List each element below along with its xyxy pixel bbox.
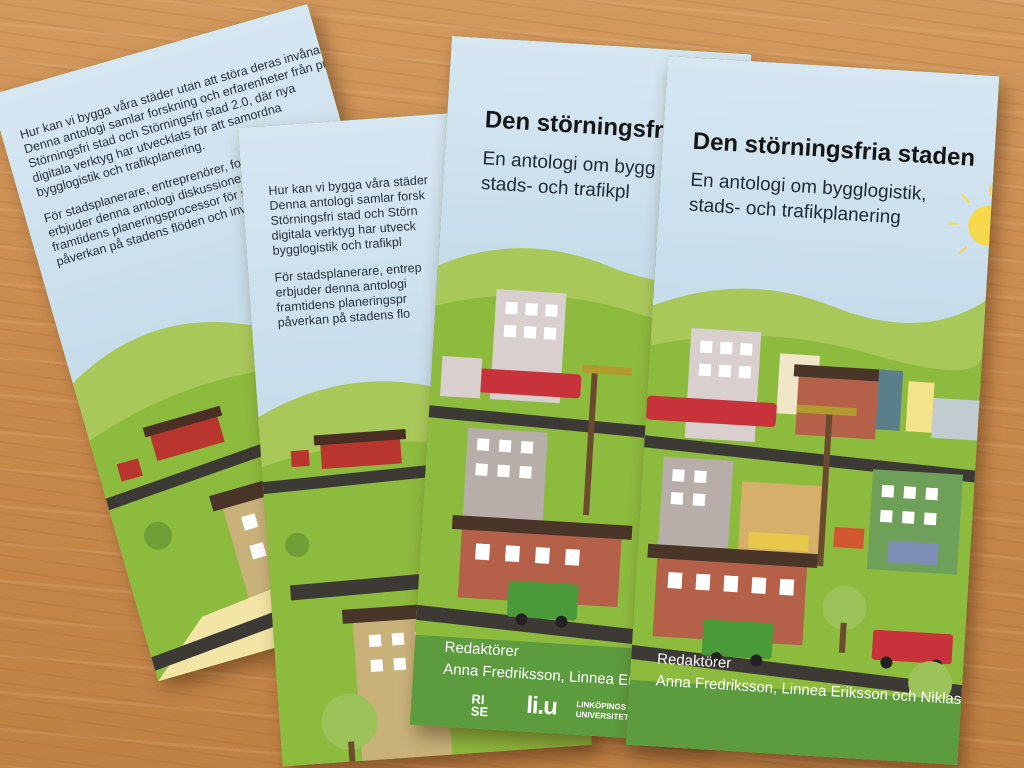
liu-name: LINKÖPINGS UNIVERSITET — [575, 700, 629, 723]
liu-name-line: UNIVERSITET — [575, 709, 629, 723]
editors-heading: Redaktörer — [656, 650, 732, 672]
liu-logo: li.u — [525, 691, 558, 721]
book-front-cover-right: Den störningsfria staden En antologi om … — [625, 56, 1000, 765]
editors-heading: Redaktörer — [444, 638, 520, 661]
rise-logo: RI SE — [470, 691, 489, 720]
back-cover-blurb-cropped: Hur kan vi bygga våra städer Denna antol… — [268, 173, 439, 343]
cover-subtitle-cropped: En antologi om bygg stads- och trafikpl — [480, 146, 656, 206]
